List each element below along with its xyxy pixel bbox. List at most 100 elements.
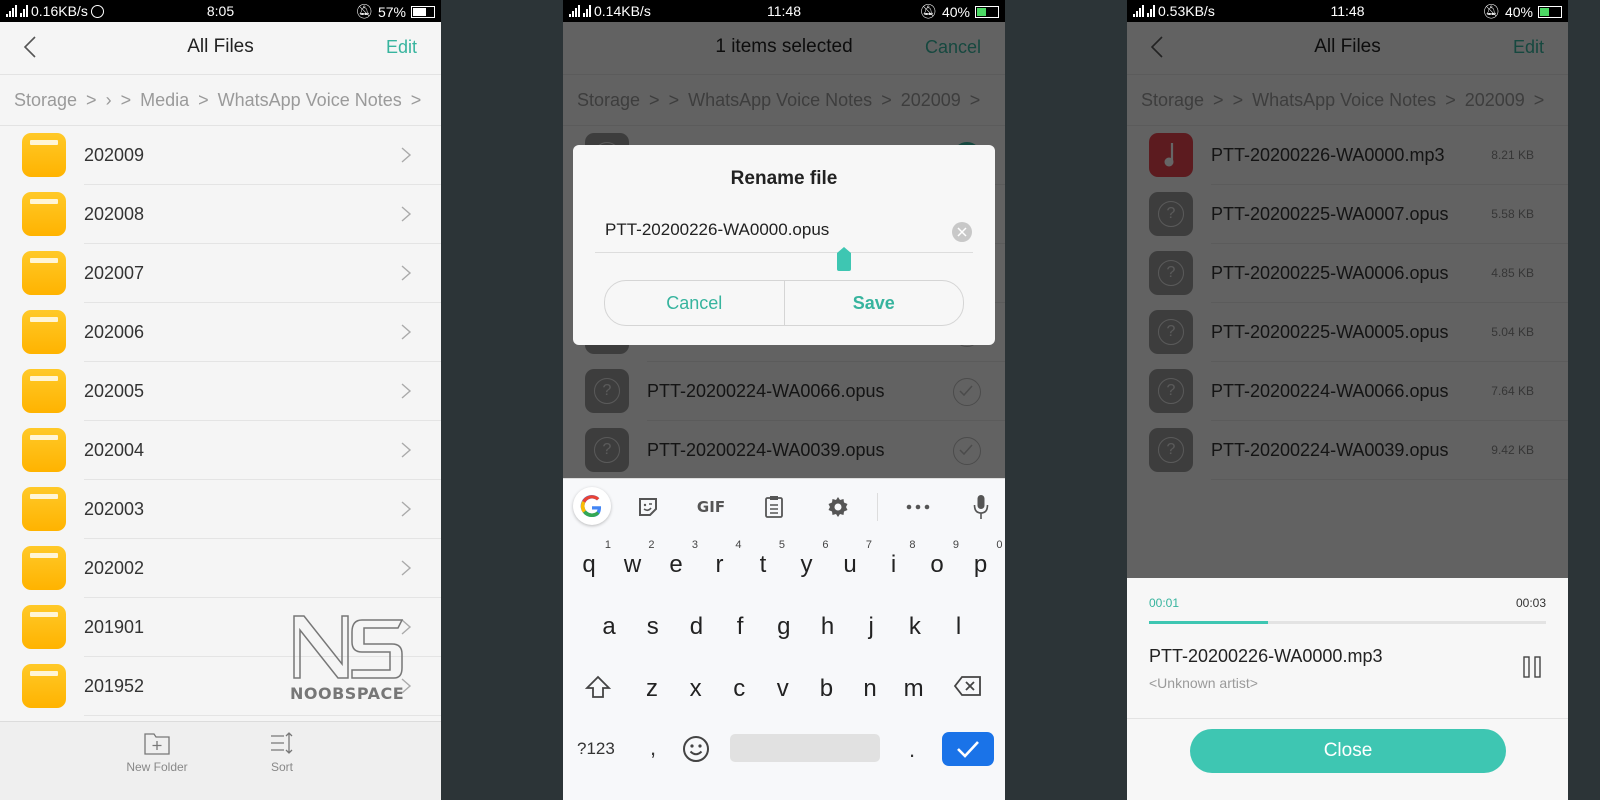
key-m[interactable]: m — [894, 675, 934, 703]
comma-key[interactable]: , — [650, 735, 656, 761]
noobspace-watermark: NOOBSPACE — [290, 612, 410, 708]
folder-icon — [22, 251, 66, 295]
more-options-button[interactable] — [903, 492, 933, 522]
key-k[interactable]: k — [895, 613, 935, 641]
folder-name: 201952 — [84, 676, 145, 696]
folder-row[interactable]: 202004 — [0, 421, 441, 480]
text-cursor-handle[interactable] — [837, 247, 851, 271]
pause-icon[interactable] — [1522, 656, 1542, 678]
sort-icon — [271, 732, 293, 754]
status-bar: 0.16KB/s 8:05 🔕︎ 57% — [0, 0, 441, 22]
battery-charging-icon — [975, 5, 999, 18]
sort-button[interactable]: Sort — [237, 730, 327, 774]
silent-bell-icon: 🔕︎ — [1482, 3, 1500, 19]
breadcrumb-ellipsis[interactable]: › — [106, 90, 112, 111]
soft-keyboard: GIF q1w2e3r4t5y6u7i8o9p0 asdfghjkl z x c… — [563, 478, 1005, 800]
backspace-key[interactable] — [948, 675, 988, 704]
key-label: r — [715, 551, 724, 578]
symbols-key[interactable]: ?123 — [577, 739, 615, 759]
space-key[interactable] — [730, 734, 880, 762]
key-r[interactable]: r4 — [700, 539, 742, 579]
folder-row[interactable]: 202002 — [0, 539, 441, 598]
period-key[interactable]: . — [909, 737, 915, 763]
breadcrumb-media[interactable]: Media — [140, 90, 189, 111]
key-hint: 8 — [909, 539, 916, 551]
key-t[interactable]: t5 — [743, 539, 785, 579]
folder-row[interactable]: 202006 — [0, 303, 441, 362]
shift-key[interactable] — [578, 675, 618, 706]
folder-row[interactable]: 202007 — [0, 244, 441, 303]
key-f[interactable]: f — [720, 613, 760, 641]
mic-icon — [973, 495, 989, 519]
status-bar: 0.14KB/s 11:48 🔕︎ 40% — [563, 0, 1005, 22]
key-p[interactable]: p0 — [961, 539, 1003, 579]
ns-logo-icon — [293, 615, 404, 679]
edit-button[interactable]: Edit — [386, 37, 417, 58]
key-s[interactable]: s — [633, 613, 673, 641]
sticker-button[interactable] — [633, 492, 663, 522]
key-x[interactable]: x — [676, 675, 716, 703]
voice-input-button[interactable] — [966, 492, 996, 522]
key-c[interactable]: c — [719, 675, 759, 703]
key-w[interactable]: w2 — [613, 539, 655, 579]
elapsed-time: 00:01 — [1149, 596, 1180, 610]
close-player-button[interactable]: Close — [1190, 729, 1506, 773]
key-d[interactable]: d — [676, 613, 716, 641]
keyboard-settings-button[interactable] — [823, 492, 853, 522]
breadcrumb-separator: > — [198, 89, 209, 110]
key-j[interactable]: j — [851, 613, 891, 641]
emoji-key[interactable] — [682, 735, 710, 768]
google-icon — [580, 495, 602, 518]
key-l[interactable]: l — [939, 613, 979, 641]
input-underline — [595, 252, 973, 253]
key-hint: 6 — [822, 539, 829, 551]
chevron-right-icon — [401, 147, 412, 163]
battery-percent: 57% — [377, 3, 406, 20]
clear-icon — [957, 227, 967, 237]
key-b[interactable]: b — [806, 675, 846, 703]
dialog-save-button[interactable]: Save — [783, 281, 964, 325]
phone-screen-all-files: 0.16KB/s 8:05 🔕︎ 57% All Files Edit Stor… — [0, 0, 441, 800]
chevron-right-icon — [401, 265, 412, 281]
google-search-button[interactable] — [573, 487, 611, 525]
shift-icon — [584, 675, 612, 698]
breadcrumb-whatsapp-voice-notes[interactable]: WhatsApp Voice Notes — [218, 90, 402, 111]
key-hint: 5 — [778, 539, 785, 551]
key-label: u — [843, 551, 857, 578]
folder-row[interactable]: 202005 — [0, 362, 441, 421]
key-u[interactable]: u7 — [830, 539, 872, 579]
key-n[interactable]: n — [850, 675, 890, 703]
enter-key[interactable] — [942, 732, 994, 766]
toolbar-divider — [877, 493, 878, 521]
gif-button[interactable]: GIF — [694, 492, 728, 522]
new-folder-button[interactable]: New Folder — [112, 730, 202, 774]
key-q[interactable]: q1 — [569, 539, 611, 579]
breadcrumb-storage[interactable]: Storage — [14, 90, 77, 111]
folder-icon — [22, 192, 66, 236]
key-z[interactable]: z — [632, 675, 672, 703]
chevron-right-icon — [401, 560, 412, 576]
row-divider — [84, 715, 441, 716]
more-icon — [906, 504, 930, 510]
seek-bar[interactable] — [1149, 621, 1546, 624]
key-v[interactable]: v — [763, 675, 803, 703]
key-a[interactable]: a — [589, 613, 629, 641]
key-e[interactable]: e3 — [656, 539, 698, 579]
folder-icon — [22, 546, 66, 590]
dialog-buttons: Cancel Save — [604, 280, 964, 326]
clipboard-button[interactable] — [759, 492, 789, 522]
key-y[interactable]: y6 — [787, 539, 829, 579]
key-o[interactable]: o9 — [917, 539, 959, 579]
page-title: All Files — [187, 36, 254, 57]
key-h[interactable]: h — [808, 613, 848, 641]
clipboard-icon — [765, 496, 783, 518]
key-i[interactable]: i8 — [874, 539, 916, 579]
watermark-text: NOOBSPACE — [290, 684, 405, 703]
folder-row[interactable]: 202008 — [0, 185, 441, 244]
folder-row[interactable]: 202003 — [0, 480, 441, 539]
key-g[interactable]: g — [764, 613, 804, 641]
folder-row[interactable]: 202009 — [0, 126, 441, 185]
clear-input-button[interactable] — [952, 222, 972, 242]
dialog-cancel-button[interactable]: Cancel — [605, 281, 784, 325]
filename-input[interactable] — [605, 220, 925, 240]
